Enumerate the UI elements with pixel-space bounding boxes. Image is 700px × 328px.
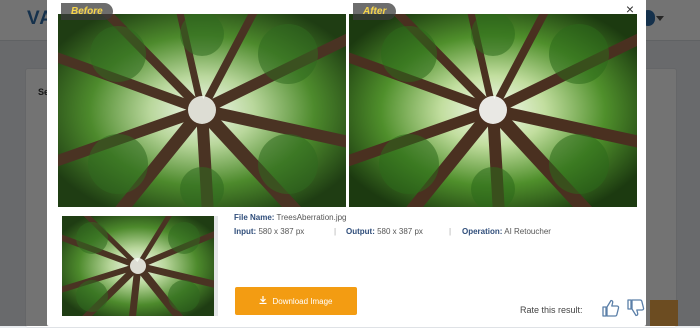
before-label: Before (61, 3, 113, 20)
rate-label: Rate this result: (520, 305, 583, 315)
input-label: Input: (234, 227, 257, 236)
download-icon (259, 287, 267, 315)
result-thumbnail (62, 216, 218, 316)
forest-thumbnail-image (62, 216, 214, 316)
file-name-label: File Name: (234, 213, 275, 222)
file-name-row: File Name: TreesAberration.jpg (234, 213, 347, 222)
thumbs-up-icon[interactable] (601, 299, 621, 317)
download-image-button[interactable]: Download Image (235, 287, 357, 315)
forest-canopy-image (349, 14, 637, 207)
operation-label: Operation: (462, 227, 503, 236)
after-image (349, 14, 637, 207)
forest-canopy-image (58, 14, 346, 207)
file-name-value: TreesAberration.jpg (276, 213, 347, 222)
after-label: After (353, 3, 397, 20)
operation-value: AI Retoucher (504, 227, 551, 236)
output-size-row: Output: 580 x 387 px (346, 227, 423, 236)
output-value: 580 x 387 px (377, 227, 423, 236)
download-label: Download Image (272, 297, 333, 306)
input-value: 580 x 387 px (258, 227, 305, 236)
result-modal: × Before After File Name: TreesAberratio… (47, 0, 646, 326)
info-separator: | (449, 227, 452, 236)
operation-row: Operation: AI Retoucher (462, 227, 551, 236)
info-separator: | (334, 227, 337, 236)
input-size-row: Input: 580 x 387 px (234, 227, 304, 236)
output-label: Output: (346, 227, 375, 236)
thumbs-down-icon[interactable] (626, 299, 646, 317)
before-image (58, 14, 346, 207)
